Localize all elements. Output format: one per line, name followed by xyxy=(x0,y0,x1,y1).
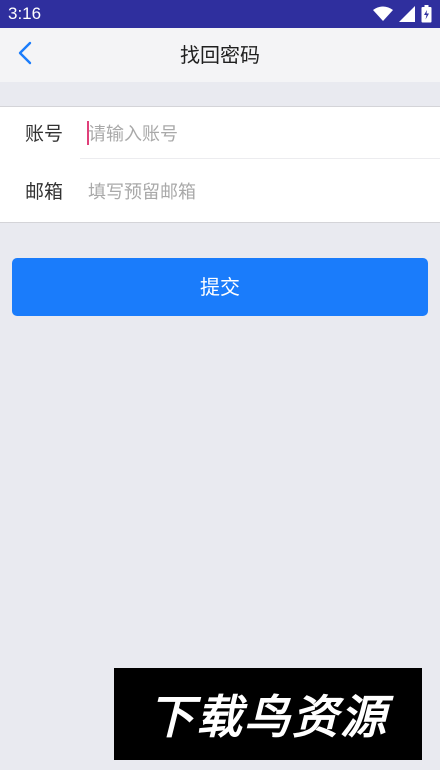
form-card: 账号 邮箱 xyxy=(0,106,440,223)
email-label: 邮箱 xyxy=(25,181,64,203)
watermark-text: 下载鸟资源 xyxy=(148,690,388,744)
page-title: 找回密码 xyxy=(180,43,260,67)
title-bar: 找回密码 xyxy=(0,28,440,82)
status-icons xyxy=(373,5,432,23)
cell-signal-icon xyxy=(399,6,415,22)
watermark-logo: 下载鸟资源 xyxy=(114,668,422,760)
status-time: 3:16 xyxy=(8,4,42,23)
account-label: 账号 xyxy=(25,123,64,145)
email-row: 邮箱 xyxy=(0,165,440,221)
status-bar: 3:16 xyxy=(0,0,440,28)
text-cursor xyxy=(87,121,89,145)
chevron-left-icon xyxy=(17,41,33,69)
account-input[interactable] xyxy=(88,119,418,149)
back-button[interactable] xyxy=(6,36,44,74)
wifi-icon xyxy=(373,6,393,22)
account-row: 账号 xyxy=(0,107,440,163)
battery-icon xyxy=(421,5,432,23)
row-divider xyxy=(80,158,440,159)
submit-button[interactable]: 提交 xyxy=(12,258,428,316)
email-input[interactable] xyxy=(88,177,418,207)
